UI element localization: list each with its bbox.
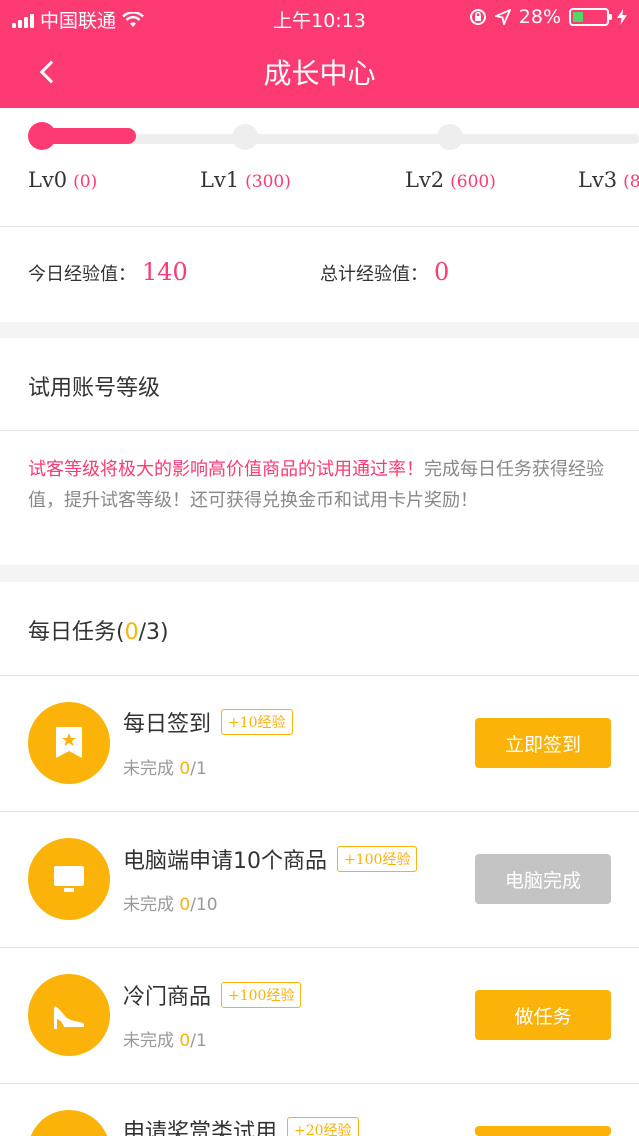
- level-node-lv2: [437, 124, 463, 150]
- total-exp: 总计经验值： 0: [320, 258, 450, 286]
- task-button[interactable]: [475, 1126, 611, 1136]
- task-reward-badge: +20经验: [287, 1117, 359, 1136]
- account-level-description: 试客等级将极大的影响高价值商品的试用通过率！完成每日任务获得经验值，提升试客等级…: [28, 454, 618, 516]
- task-name: 电脑端申请10个商品 +100经验: [123, 843, 418, 875]
- task-name: 每日签到 +10经验: [123, 706, 293, 738]
- description-highlight: 试客等级将极大的影响高价值商品的试用通过率！: [28, 459, 424, 480]
- task-reward-badge: +10经验: [221, 709, 293, 735]
- level-label-lv1: Lv1 (300): [200, 168, 291, 192]
- pc-complete-button[interactable]: 电脑完成: [475, 854, 611, 904]
- level-label-lv0: Lv0 (0): [28, 168, 98, 192]
- battery-percent: 28%: [518, 6, 561, 28]
- bookmark-star-icon: [28, 702, 110, 784]
- divider: [0, 947, 639, 948]
- high-heel-icon: [28, 974, 110, 1056]
- task-name: 申请奖赏类试用 +20经验: [123, 1114, 359, 1136]
- sign-in-button[interactable]: 立即签到: [475, 718, 611, 768]
- charging-icon: [617, 9, 627, 25]
- task-status: 未完成 0/1: [123, 1031, 207, 1051]
- task-reward-badge: +100经验: [221, 982, 302, 1008]
- divider: [0, 1083, 639, 1084]
- account-level-title: 试用账号等级: [28, 376, 161, 401]
- divider: [0, 430, 639, 431]
- task-name: 冷门商品 +100经验: [123, 979, 302, 1011]
- do-task-button[interactable]: 做任务: [475, 990, 611, 1040]
- page-title: 成长中心: [263, 57, 376, 90]
- divider: [0, 675, 639, 676]
- level-label-lv3: Lv3 (8: [578, 168, 639, 192]
- top-bar: 中国联通 上午10:13 28% 成长中心: [0, 0, 639, 108]
- status-bar: 中国联通 上午10:13 28%: [0, 0, 639, 36]
- level-progress-card: [0, 108, 639, 226]
- level-label-lv2: Lv2 (600): [405, 168, 496, 192]
- status-right: 28%: [469, 6, 627, 28]
- task-reward-badge: +100经验: [337, 846, 418, 872]
- level-current-knob: [28, 122, 56, 150]
- monitor-icon: [28, 838, 110, 920]
- divider: [0, 811, 639, 812]
- daily-tasks-title: 每日任务(0/3): [28, 620, 169, 645]
- today-exp: 今日经验值： 140: [28, 258, 188, 286]
- task-status: 未完成 0/10: [123, 895, 218, 915]
- battery-icon: [569, 8, 612, 26]
- rotation-lock-icon: [469, 9, 486, 25]
- level-node-lv1: [232, 124, 258, 150]
- nav-bar: 成长中心: [0, 36, 639, 108]
- task-status: 未完成 0/1: [123, 759, 207, 779]
- location-icon: [494, 9, 511, 25]
